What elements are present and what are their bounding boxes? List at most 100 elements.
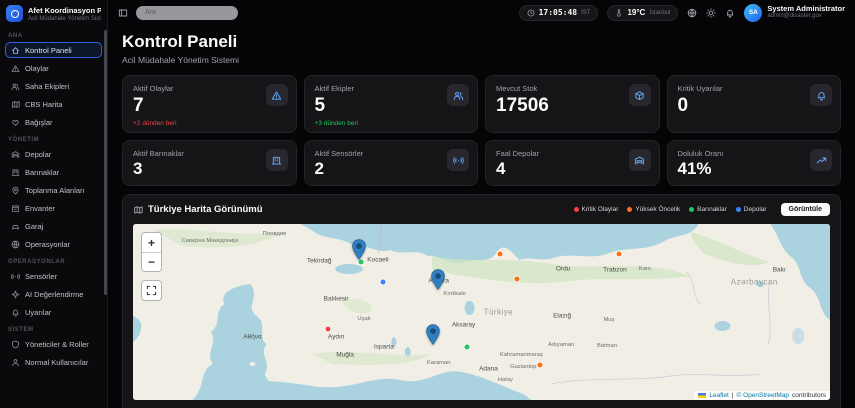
stat-value: 41% [678,159,831,179]
sidebar-item-garaj[interactable]: Garaj [5,218,102,234]
fullscreen-button[interactable] [141,280,162,301]
map-marker-dot[interactable] [464,344,469,349]
sidebar-item-label: Kontrol Paneli [25,46,72,55]
search-input[interactable] [136,6,238,20]
users-icon [453,90,464,101]
stat-value: 17506 [496,95,649,117]
stat-label: Aktif Olaylar [133,84,286,93]
building-icon [11,168,20,177]
box-icon [634,90,645,101]
warehouse-icon [634,155,645,166]
zoom-in-button[interactable]: + [142,233,161,252]
building-icon [271,155,282,166]
user-menu[interactable]: SA System Administrator admin@disaster.g… [744,4,845,22]
map-marker-dot[interactable] [359,259,364,264]
map-icon [133,205,143,215]
sidebar-item-bagislar[interactable]: Bağışlar [5,114,102,130]
zoom-out-button[interactable]: − [142,252,161,271]
stat-icon-badge [447,149,469,171]
sidebar-item-label: CBS Harita [25,100,63,109]
notifications-bell-icon[interactable] [725,8,735,18]
stat-label: Aktif Ekipler [315,84,468,93]
warning-icon [11,64,20,73]
stat-icon-badge [447,84,469,106]
bell-icon [11,308,20,317]
map-marker-dot[interactable] [538,363,543,368]
stat-card-kritik-uyarilar: Kritik Uyarılar0 [667,75,842,133]
stat-icon-badge [629,149,651,171]
map-marker-dot[interactable] [326,327,331,332]
sidebar-item-label: Olaylar [25,64,49,73]
clock-icon [527,9,535,17]
map-marker-dot[interactable] [515,277,520,282]
stat-trend: +3 dünden beri [315,120,468,127]
legend-item-kritik-olaylar: Kritik Olaylar [574,206,619,213]
sidebar-item-depolar[interactable]: Depolar [5,146,102,162]
thermo-icon [615,9,623,17]
user-email: admin@disaster.gov [767,13,845,20]
map-panel-header: Türkiye Harita Görünümü Kritik OlaylarYü… [123,195,840,224]
stat-card-mevcut-stok: Mevcut Stok17506 [485,75,660,133]
sidebar-item-yoneticiler-roller[interactable]: Yöneticiler & Roller [5,336,102,352]
sidebar-item-barinaklar[interactable]: Barınaklar [5,164,102,180]
theme-toggle-icon[interactable] [706,8,716,18]
stat-value: 5 [315,95,468,117]
sidebar-item-label: Uyarılar [25,308,51,317]
sidebar-item-kontrol-paneli[interactable]: Kontrol Paneli [5,42,102,58]
map-canvas[interactable]: ПловдивСеверна МакедонијаTekirdağKocaeli… [133,224,830,400]
stat-label: Faal Depolar [496,149,649,158]
sidebar-item-uyarilar[interactable]: Uyarılar [5,304,102,320]
stat-label: Aktif Sensörler [315,149,468,158]
attribution-separator: | [732,392,734,399]
sidebar-toggle-button[interactable] [118,8,128,18]
sidebar-item-envanter[interactable]: Envanter [5,200,102,216]
sidebar-item-label: Yöneticiler & Roller [25,340,89,349]
ukraine-flag-icon [698,393,706,398]
sidebar-scrollbar[interactable] [104,30,107,295]
sidebar-item-sensorler[interactable]: Sensörler [5,268,102,284]
stat-value: 4 [496,159,649,179]
app-tagline: Acil Müdahale Yönetim Sist... [28,16,101,22]
map-marker-dot[interactable] [616,252,621,257]
legend-label: Kritik Olaylar [582,206,619,213]
sparkle-icon [11,290,20,299]
pin-icon [11,186,20,195]
map-marker-pin[interactable] [425,324,440,345]
legend-label: Depolar [744,206,767,213]
sidebar-item-olaylar[interactable]: Olaylar [5,60,102,76]
app-logo-icon [6,5,23,22]
stat-icon-badge [810,84,832,106]
sidebar-item-operasyonlar[interactable]: Operasyonlar [5,236,102,252]
sidebar-item-label: Toplanma Alanları [25,186,85,195]
stats-grid: Aktif Olaylar7+2 dünden beriAktif Ekiple… [122,75,841,186]
sidebar-item-ai-degerlendirme[interactable]: AI Değerlendirme [5,286,102,302]
osm-link[interactable]: © OpenStreetMap [737,392,789,399]
sidebar-item-cbs-harita[interactable]: CBS Harita [5,96,102,112]
panel-icon [118,8,128,18]
legend-item-barinaklar: Barınaklar [689,206,727,213]
map-marker-pin[interactable] [430,269,445,290]
page-content: Kontrol Paneli Acil Müdahale Yönetim Sis… [108,25,855,408]
home-icon [11,46,20,55]
globe-icon[interactable] [687,8,697,18]
map-panel: Türkiye Harita Görünümü Kritik OlaylarYü… [122,194,841,408]
sidebar-item-normal-kullanicilar[interactable]: Normal Kullanıcılar [5,354,102,370]
legend-label: Barınaklar [697,206,727,213]
sidebar-nav: ANAKontrol PaneliOlaylarSaha EkipleriCBS… [0,33,107,370]
leaflet-link[interactable]: Leaflet [709,392,729,399]
avatar[interactable]: SA [744,4,762,22]
sidebar-item-saha-ekipleri[interactable]: Saha Ekipleri [5,78,102,94]
user-icon [11,358,20,367]
stat-label: Aktif Barınaklar [133,149,286,158]
weather-city: İstanbul [649,10,670,16]
sidebar-item-label: Saha Ekipleri [25,82,69,91]
map-marker-dot[interactable] [498,252,503,257]
stat-card-aktif-barinaklar: Aktif Barınaklar3 [122,140,297,186]
stat-value: 3 [133,159,286,179]
view-map-button[interactable]: Görüntüle [781,203,830,216]
map-marker-dot[interactable] [380,280,385,285]
globe-icon [687,8,697,18]
map-marker-pin[interactable] [352,239,367,260]
legend-dot [574,207,579,212]
sidebar-item-toplanma-alanlari[interactable]: Toplanma Alanları [5,182,102,198]
